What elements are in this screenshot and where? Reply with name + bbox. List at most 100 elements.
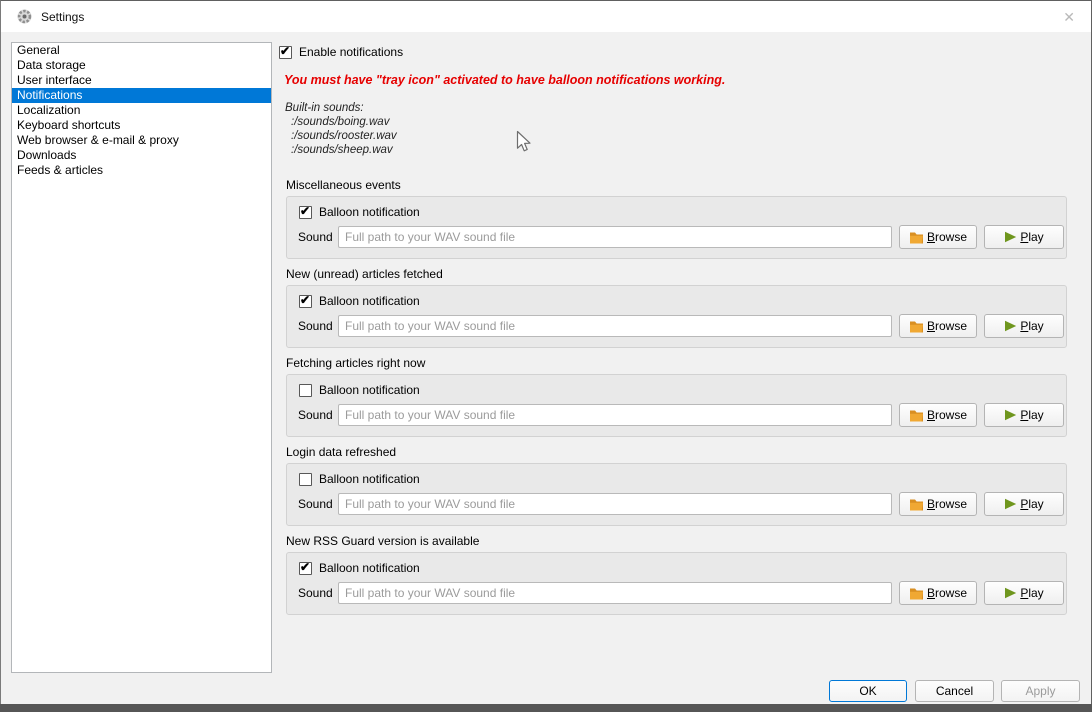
balloon-notification-checkbox[interactable] bbox=[299, 562, 312, 575]
sound-row: Sound Browse Play bbox=[298, 314, 1064, 338]
sidebar-item-feeds-articles[interactable]: Feeds & articles bbox=[12, 163, 271, 178]
cancel-button[interactable]: Cancel bbox=[915, 680, 994, 702]
section-title: Login data refreshed bbox=[286, 445, 1067, 459]
folder-icon bbox=[909, 231, 924, 244]
browse-label: Browse bbox=[927, 319, 967, 333]
play-label: Play bbox=[1020, 497, 1043, 511]
sidebar-item-label: Downloads bbox=[17, 148, 76, 162]
notification-section: New (unread) articles fetched Balloon no… bbox=[286, 267, 1067, 348]
browse-button[interactable]: Browse bbox=[899, 492, 977, 516]
play-label: Play bbox=[1020, 408, 1043, 422]
notification-section: Login data refreshed Balloon notificatio… bbox=[286, 445, 1067, 526]
sound-label: Sound bbox=[298, 319, 332, 333]
balloon-notification-checkbox[interactable] bbox=[299, 384, 312, 397]
sidebar-item-label: Notifications bbox=[17, 88, 82, 102]
sound-label: Sound bbox=[298, 586, 332, 600]
balloon-notification-row[interactable]: Balloon notification bbox=[299, 383, 420, 397]
browse-button[interactable]: Browse bbox=[899, 225, 977, 249]
sound-label: Sound bbox=[298, 230, 332, 244]
folder-icon bbox=[909, 498, 924, 511]
play-icon bbox=[1004, 587, 1017, 599]
titlebar[interactable]: Settings ✕ bbox=[1, 1, 1091, 32]
browse-button[interactable]: Browse bbox=[899, 314, 977, 338]
browse-label: Browse bbox=[927, 586, 967, 600]
balloon-notification-checkbox[interactable] bbox=[299, 473, 312, 486]
builtin-sound-path: :/sounds/boing.wav bbox=[291, 115, 397, 129]
sidebar-item-label: Data storage bbox=[17, 58, 86, 72]
close-icon[interactable]: ✕ bbox=[1063, 10, 1075, 24]
balloon-notification-checkbox[interactable] bbox=[299, 295, 312, 308]
sound-path-input[interactable] bbox=[338, 404, 892, 426]
play-icon bbox=[1004, 231, 1017, 243]
section-box: Balloon notification Sound Browse Play bbox=[286, 374, 1067, 437]
browse-label: Browse bbox=[927, 408, 967, 422]
settings-category-list: General Data storage User interface Noti… bbox=[11, 42, 272, 673]
builtin-sounds-heading: Built-in sounds: bbox=[285, 101, 397, 115]
play-button[interactable]: Play bbox=[984, 403, 1064, 427]
play-button[interactable]: Play bbox=[984, 581, 1064, 605]
play-icon bbox=[1004, 409, 1017, 421]
section-box: Balloon notification Sound Browse Play bbox=[286, 463, 1067, 526]
apply-button[interactable]: Apply bbox=[1001, 680, 1080, 702]
sidebar-item-keyboard-shortcuts[interactable]: Keyboard shortcuts bbox=[12, 118, 271, 133]
play-button[interactable]: Play bbox=[984, 314, 1064, 338]
sound-row: Sound Browse Play bbox=[298, 581, 1064, 605]
notification-sections: Miscellaneous events Balloon notificatio… bbox=[286, 178, 1067, 623]
sound-path-input[interactable] bbox=[338, 226, 892, 248]
balloon-notification-label: Balloon notification bbox=[319, 294, 420, 308]
section-title: Fetching articles right now bbox=[286, 356, 1067, 370]
folder-icon bbox=[909, 320, 924, 333]
enable-notifications-checkbox[interactable] bbox=[279, 46, 292, 59]
notification-section: New RSS Guard version is available Ballo… bbox=[286, 534, 1067, 615]
play-icon bbox=[1004, 498, 1017, 510]
enable-notifications-row[interactable]: Enable notifications bbox=[279, 45, 403, 59]
sound-row: Sound Browse Play bbox=[298, 492, 1064, 516]
balloon-notification-label: Balloon notification bbox=[319, 383, 420, 397]
play-label: Play bbox=[1020, 319, 1043, 333]
section-title: New (unread) articles fetched bbox=[286, 267, 1067, 281]
browse-button[interactable]: Browse bbox=[899, 581, 977, 605]
section-title: New RSS Guard version is available bbox=[286, 534, 1067, 548]
sound-label: Sound bbox=[298, 408, 332, 422]
sound-path-input[interactable] bbox=[338, 493, 892, 515]
sidebar-item-general[interactable]: General bbox=[12, 43, 271, 58]
browse-label: Browse bbox=[927, 497, 967, 511]
sidebar-item-data-storage[interactable]: Data storage bbox=[12, 58, 271, 73]
balloon-notification-row[interactable]: Balloon notification bbox=[299, 472, 420, 486]
sidebar-item-localization[interactable]: Localization bbox=[12, 103, 271, 118]
sidebar-item-label: Keyboard shortcuts bbox=[17, 118, 120, 132]
sidebar-item-user-interface[interactable]: User interface bbox=[12, 73, 271, 88]
sound-row: Sound Browse Play bbox=[298, 403, 1064, 427]
sidebar-item-label: Feeds & articles bbox=[17, 163, 103, 177]
play-button[interactable]: Play bbox=[984, 492, 1064, 516]
sound-row: Sound Browse Play bbox=[298, 225, 1064, 249]
balloon-notification-checkbox[interactable] bbox=[299, 206, 312, 219]
sound-path-input[interactable] bbox=[338, 315, 892, 337]
ok-button[interactable]: OK bbox=[829, 680, 907, 702]
sound-path-input[interactable] bbox=[338, 582, 892, 604]
settings-icon bbox=[17, 9, 32, 24]
balloon-notification-row[interactable]: Balloon notification bbox=[299, 205, 420, 219]
sidebar-item-downloads[interactable]: Downloads bbox=[12, 148, 271, 163]
window-title: Settings bbox=[41, 10, 84, 24]
sidebar-item-label: Localization bbox=[17, 103, 80, 117]
section-title: Miscellaneous events bbox=[286, 178, 1067, 192]
notification-section: Miscellaneous events Balloon notificatio… bbox=[286, 178, 1067, 259]
balloon-notification-row[interactable]: Balloon notification bbox=[299, 294, 420, 308]
section-box: Balloon notification Sound Browse Play bbox=[286, 285, 1067, 348]
play-label: Play bbox=[1020, 586, 1043, 600]
sidebar-item-notifications[interactable]: Notifications bbox=[12, 88, 271, 103]
balloon-notification-row[interactable]: Balloon notification bbox=[299, 561, 420, 575]
play-button[interactable]: Play bbox=[984, 225, 1064, 249]
sidebar-item-web-browser-e-mail-proxy[interactable]: Web browser & e-mail & proxy bbox=[12, 133, 271, 148]
balloon-notification-label: Balloon notification bbox=[319, 472, 420, 486]
sidebar-item-label: User interface bbox=[17, 73, 92, 87]
builtin-sound-path: :/sounds/sheep.wav bbox=[291, 143, 397, 157]
folder-icon bbox=[909, 409, 924, 422]
browse-button[interactable]: Browse bbox=[899, 403, 977, 427]
play-label: Play bbox=[1020, 230, 1043, 244]
sound-label: Sound bbox=[298, 497, 332, 511]
enable-notifications-label: Enable notifications bbox=[299, 45, 403, 59]
sidebar-item-label: General bbox=[17, 43, 60, 57]
notification-section: Fetching articles right now Balloon noti… bbox=[286, 356, 1067, 437]
